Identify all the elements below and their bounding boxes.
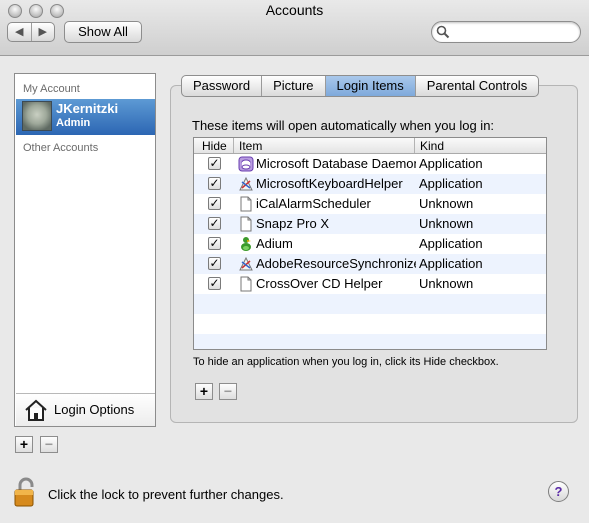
item-name: iCalAlarmScheduler (256, 196, 371, 211)
table-row[interactable]: ✓ MicrosoftKeyboardHelper Application (194, 174, 546, 194)
my-account-header: My Account (23, 83, 80, 95)
title-bar: Accounts ◀ ▶ Show All (0, 0, 589, 56)
accounts-list: My Account JKernitzki Admin Other Accoun… (14, 73, 156, 427)
back-button[interactable]: ◀ (8, 23, 32, 41)
house-icon (25, 399, 47, 421)
forward-button[interactable]: ▶ (32, 23, 55, 41)
help-button[interactable]: ? (548, 481, 569, 502)
hide-checkbox[interactable]: ✓ (208, 237, 221, 250)
table-row[interactable]: ✓ Snapz Pro X Unknown (194, 214, 546, 234)
item-kind: Unknown (419, 196, 474, 211)
hide-checkbox[interactable]: ✓ (208, 197, 221, 210)
tab-parental-controls[interactable]: Parental Controls (416, 76, 538, 96)
document-icon (240, 196, 252, 212)
item-kind: Application (419, 156, 483, 171)
tab-bar: Password Picture Login Items Parental Co… (181, 75, 540, 97)
document-icon (240, 216, 252, 232)
tab-picture[interactable]: Picture (262, 76, 326, 96)
lock-icon[interactable] (12, 477, 40, 509)
other-accounts-header: Other Accounts (23, 142, 99, 154)
avatar (22, 101, 52, 131)
item-name: CrossOver CD Helper (256, 276, 383, 291)
table-header: Hide Item Kind (194, 138, 546, 154)
tab-login-items[interactable]: Login Items (325, 76, 416, 96)
column-kind[interactable]: Kind (420, 139, 444, 153)
hide-hint: To hide an application when you log in, … (193, 356, 499, 368)
show-all-button[interactable]: Show All (64, 21, 142, 43)
hide-checkbox[interactable]: ✓ (208, 177, 221, 190)
account-role: Admin (56, 117, 91, 129)
item-kind: Application (419, 256, 483, 271)
window-title: Accounts (265, 2, 324, 18)
tab-password[interactable]: Password (182, 76, 263, 96)
column-hide[interactable]: Hide (202, 139, 227, 153)
adium-duck-icon (241, 237, 251, 251)
accounts-window: Accounts ◀ ▶ Show All My Account JKernit… (0, 0, 589, 523)
search-field[interactable] (431, 21, 581, 43)
remove-login-item-button[interactable]: − (219, 383, 237, 400)
hide-checkbox[interactable]: ✓ (208, 217, 221, 230)
login-options-item[interactable]: Login Options (16, 393, 155, 426)
database-daemon-icon (238, 156, 254, 172)
item-kind: Application (419, 176, 483, 191)
table-row[interactable]: ✓ iCalAlarmScheduler Unknown (194, 194, 546, 214)
item-kind: Unknown (419, 276, 474, 291)
account-name: JKernitzki (56, 101, 119, 116)
hide-checkbox[interactable]: ✓ (208, 257, 221, 270)
item-kind: Application (419, 236, 483, 251)
table-row[interactable]: ✓ CrossOver CD Helper Unknown (194, 274, 546, 294)
search-input[interactable] (456, 25, 574, 39)
item-kind: Unknown (419, 216, 474, 231)
empty-row (194, 334, 546, 349)
search-icon (436, 25, 450, 39)
account-item-jkernitzki[interactable]: JKernitzki Admin (16, 99, 155, 135)
empty-row (194, 294, 546, 314)
application-icon (239, 176, 253, 191)
item-name: Snapz Pro X (256, 216, 329, 231)
login-items-intro: These items will open automatically when… (192, 118, 495, 133)
hide-checkbox[interactable]: ✓ (208, 277, 221, 290)
application-icon (239, 256, 253, 271)
table-row[interactable]: ✓ Microsoft Database Daemon Application (194, 154, 546, 174)
hide-checkbox[interactable]: ✓ (208, 157, 221, 170)
document-icon (240, 276, 252, 292)
add-account-button[interactable]: + (15, 436, 33, 453)
item-name: Adium (256, 236, 293, 251)
login-items-table: Hide Item Kind ✓ Microsoft Database Daem… (193, 137, 547, 350)
item-name: MicrosoftKeyboardHelper (256, 176, 403, 191)
add-login-item-button[interactable]: + (195, 383, 213, 400)
item-name: Microsoft Database Daemon (256, 156, 416, 171)
lock-message: Click the lock to prevent further change… (48, 487, 284, 502)
table-row[interactable]: ✓ AdobeResourceSynchronizer Application (194, 254, 546, 274)
login-options-label: Login Options (54, 402, 135, 417)
back-forward-control: ◀ ▶ (7, 22, 55, 42)
remove-account-button[interactable]: − (40, 436, 58, 453)
column-item[interactable]: Item (239, 139, 262, 153)
empty-row (194, 314, 546, 334)
table-row[interactable]: ✓ Adium Application (194, 234, 546, 254)
item-name: AdobeResourceSynchronizer (256, 256, 416, 271)
